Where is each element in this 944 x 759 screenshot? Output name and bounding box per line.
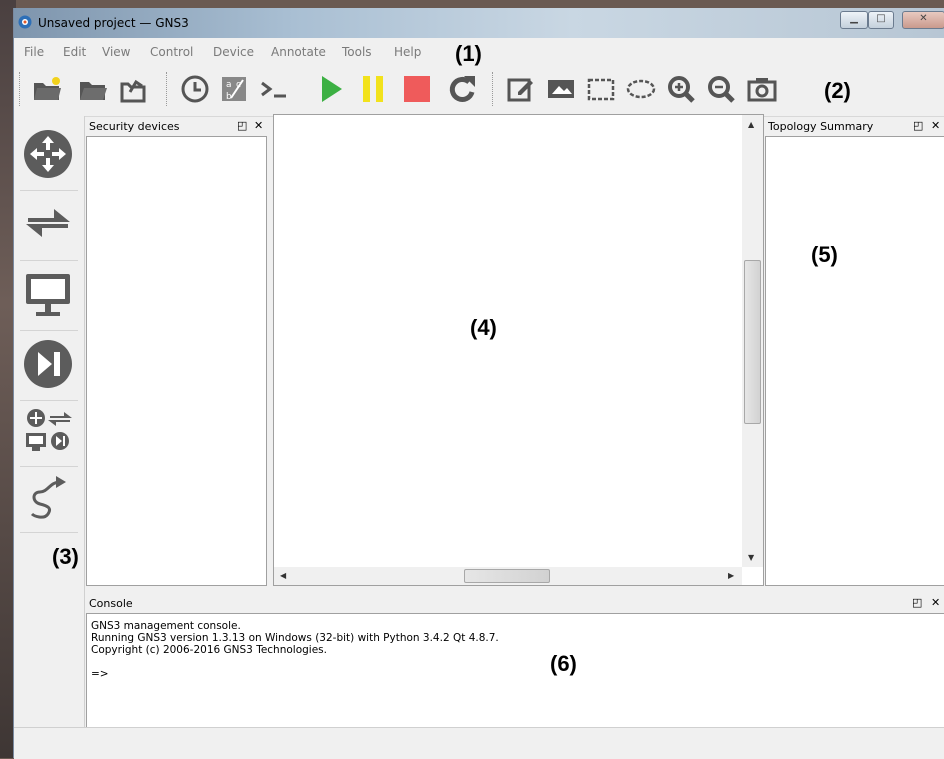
end-devices-icon[interactable] (22, 268, 74, 320)
screenshot-icon[interactable] (747, 74, 777, 104)
toolbar-separator (492, 72, 494, 106)
gns3-logo-icon (18, 15, 32, 29)
topology-summary-tree[interactable] (765, 136, 944, 586)
console-all-icon[interactable] (259, 74, 289, 104)
close-icon: ✕ (919, 13, 928, 24)
close-window-button[interactable]: ✕ (902, 11, 944, 29)
console-line: Running GNS3 version 1.3.13 on Windows (… (91, 632, 499, 644)
device-bar-separator (20, 466, 78, 467)
float-dock-icon[interactable]: ◰ (237, 119, 247, 132)
console-prompt: => (91, 668, 109, 680)
draw-rectangle-icon[interactable] (586, 74, 616, 104)
add-link-icon[interactable] (22, 472, 74, 524)
menu-annotate[interactable]: Annotate (271, 45, 326, 59)
scroll-left-arrow-icon[interactable]: ◀ (280, 571, 286, 580)
device-bar-separator (20, 260, 78, 261)
add-note-icon[interactable] (506, 74, 536, 104)
annotation-5: (5) (811, 242, 838, 267)
switches-icon[interactable] (22, 198, 74, 250)
float-dock-icon[interactable]: ◰ (912, 596, 922, 609)
scroll-down-arrow-icon[interactable]: ▼ (748, 553, 754, 562)
menu-control[interactable]: Control (150, 45, 193, 59)
gns3-window: Unsaved project — GNS3 ▁ □ ✕ File Edit V… (13, 8, 944, 759)
title-bar: Unsaved project — GNS3 ▁ □ ✕ (14, 8, 944, 38)
show-interface-labels-icon[interactable]: acb (219, 74, 249, 104)
snapshot-clock-icon[interactable] (180, 74, 210, 104)
console-dock-title: Console (89, 597, 133, 610)
horizontal-scroll-thumb[interactable] (464, 569, 550, 583)
toolbar-separator (166, 72, 168, 106)
device-bar-separator (20, 330, 78, 331)
svg-text:a: a (226, 80, 232, 90)
close-dock-icon[interactable]: ✕ (254, 119, 263, 132)
close-dock-icon[interactable]: ✕ (931, 119, 940, 132)
minimize-button[interactable]: ▁ (840, 11, 868, 29)
console-text: GNS3 management console. Running GNS3 ver… (91, 620, 499, 680)
menu-file[interactable]: File (24, 45, 44, 59)
menu-edit[interactable]: Edit (63, 45, 86, 59)
zoom-out-icon[interactable] (706, 74, 736, 104)
console-line: Copyright (c) 2006-2016 GNS3 Technologie… (91, 644, 327, 656)
scroll-right-arrow-icon[interactable]: ▶ (728, 571, 734, 580)
reload-all-icon[interactable] (447, 74, 477, 104)
console-output[interactable]: GNS3 management console. Running GNS3 ver… (86, 613, 944, 728)
suspend-all-icon[interactable] (358, 74, 388, 104)
stop-all-icon[interactable] (402, 74, 432, 104)
maximize-icon: □ (876, 13, 886, 24)
draw-ellipse-icon[interactable] (626, 74, 656, 104)
canvas-horizontal-scrollbar[interactable]: ◀ ▶ (274, 567, 742, 585)
annotation-2: (2) (824, 78, 851, 103)
all-devices-icon[interactable] (22, 406, 74, 458)
menu-help[interactable]: Help (394, 45, 421, 59)
annotation-4: (4) (470, 315, 497, 340)
insert-picture-icon[interactable] (546, 74, 576, 104)
main-toolbar: acb (14, 62, 944, 117)
device-type-toolbar (14, 116, 85, 732)
menu-tools[interactable]: Tools (342, 45, 372, 59)
annotation-3: (3) (52, 544, 79, 569)
close-dock-icon[interactable]: ✕ (931, 596, 940, 609)
maximize-button[interactable]: □ (868, 11, 894, 29)
status-bar (14, 727, 944, 759)
security-devices-dock-titlebar: Security devices ◰ ✕ (86, 118, 268, 134)
security-devices-list[interactable] (86, 136, 267, 586)
vertical-scroll-thumb[interactable] (744, 260, 761, 424)
console-dock-titlebar: Console ◰ ✕ (86, 595, 944, 611)
topology-summary-dock-titlebar: Topology Summary ◰ ✕ (765, 118, 944, 134)
zoom-in-icon[interactable] (666, 74, 696, 104)
float-dock-icon[interactable]: ◰ (913, 119, 923, 132)
save-project-icon[interactable] (118, 74, 148, 104)
new-project-icon[interactable] (32, 74, 62, 104)
security-devices-icon[interactable] (22, 338, 74, 390)
topology-canvas[interactable]: ▲ ▼ ◀ ▶ (273, 114, 764, 586)
toolbar-separator (19, 72, 21, 106)
console-line: GNS3 management console. (91, 620, 241, 632)
annotation-1: (1) (455, 41, 482, 66)
menu-view[interactable]: View (102, 45, 130, 59)
topology-summary-dock-title: Topology Summary (768, 120, 874, 133)
device-bar-separator (20, 532, 78, 533)
minimize-icon: ▁ (850, 13, 858, 24)
start-all-icon[interactable] (316, 74, 346, 104)
security-devices-dock-title: Security devices (89, 120, 180, 133)
canvas-vertical-scrollbar[interactable]: ▲ ▼ (742, 115, 763, 567)
routers-icon[interactable] (22, 128, 74, 180)
annotation-6: (6) (550, 651, 577, 676)
scroll-up-arrow-icon[interactable]: ▲ (748, 120, 754, 129)
window-title: Unsaved project — GNS3 (38, 16, 189, 30)
open-project-icon[interactable] (78, 74, 108, 104)
menu-device[interactable]: Device (213, 45, 254, 59)
device-bar-separator (20, 400, 78, 401)
device-bar-separator (20, 190, 78, 191)
